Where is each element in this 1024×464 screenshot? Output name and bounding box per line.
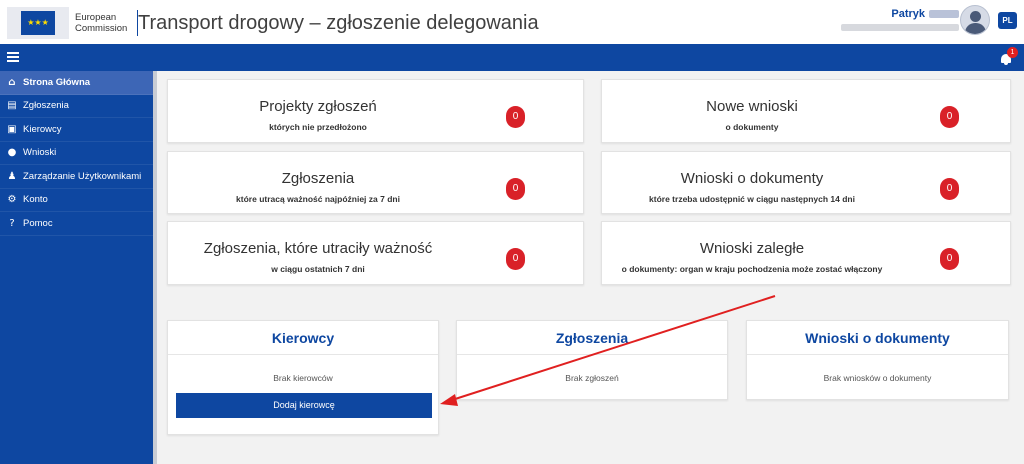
redacted-surname (929, 10, 959, 19)
stat-count-badge: 0 (940, 248, 959, 270)
sidebar-item-label: Konto (23, 194, 48, 206)
sidebar: ⌂ Strona Główna ▤ Zgłoszenia ▣ Kierowcy … (0, 71, 153, 464)
stat-subtitle: w ciągu ostatnich 7 dni (271, 264, 365, 274)
sidebar-item-label: Zgłoszenia (23, 100, 69, 112)
gear-icon: ⚙ (7, 194, 17, 206)
stat-subtitle: które utracą ważność najpóźniej za 7 dni (236, 194, 400, 204)
app-header: ★★★ European Commission Transport drogow… (0, 0, 1024, 44)
drivers-panel: Kierowcy Brak kierowców Dodaj kierowcę (167, 320, 439, 435)
sidebar-item-label: Kierowcy (23, 123, 62, 135)
empty-state-text: Brak wniosków o dokumenty (823, 373, 932, 383)
stat-count-badge: 0 (940, 106, 959, 128)
sidebar-item-label: Wnioski (23, 147, 57, 159)
sidebar-item-home[interactable]: ⌂ Strona Główna (0, 71, 153, 95)
panel-title: Kierowcy (168, 321, 438, 355)
app-title: Transport drogowy – zgłoszenie delegowan… (138, 12, 539, 34)
eu-flag-icon: ★★★ (7, 7, 69, 39)
stat-title: Zgłoszenia, które utraciły ważność (203, 240, 433, 257)
european-commission-logo[interactable]: ★★★ European Commission (7, 7, 138, 39)
panel-title: Wnioski o dokumenty (747, 321, 1008, 355)
stat-subtitle: których nie przedłożono (269, 122, 367, 132)
sidebar-item-drivers[interactable]: ▣ Kierowcy (0, 118, 153, 142)
stat-card-document-requests[interactable]: Wnioski o dokumenty które trzeba udostęp… (601, 151, 1011, 214)
logo-text-line1: European (75, 12, 117, 23)
top-navigation-bar (0, 44, 1024, 71)
user-info[interactable]: Patryk (841, 8, 959, 31)
stat-title: Projekty zgłoszeń (259, 98, 377, 115)
document-requests-panel: Wnioski o dokumenty Brak wniosków o doku… (746, 320, 1009, 400)
stat-card-new-requests[interactable]: Nowe wnioski o dokumenty 0 (601, 79, 1011, 143)
users-icon: ♟ (7, 170, 17, 182)
stat-subtitle: o dokumenty: organ w kraju pochodzenia m… (621, 264, 883, 274)
sidebar-item-label: Strona Główna (23, 76, 91, 88)
document-icon: ▤ (7, 100, 17, 112)
stat-subtitle: które trzeba udostępnić w ciągu następny… (649, 194, 855, 204)
stat-count-badge: 0 (506, 178, 525, 200)
sidebar-item-declarations[interactable]: ▤ Zgłoszenia (0, 95, 153, 118)
stat-title: Wnioski zaległe (699, 240, 805, 257)
sidebar-item-help[interactable]: ? Pomoc (0, 212, 153, 236)
stat-card-draft-declarations[interactable]: Projekty zgłoszeń których nie przedłożon… (167, 79, 584, 143)
stat-title: Zgłoszenia (281, 170, 355, 187)
sidebar-item-user-management[interactable]: ♟ Zarządzanie Użytkownikami (0, 165, 153, 189)
home-icon: ⌂ (8, 76, 16, 88)
empty-state-text: Brak kierowców (273, 373, 333, 383)
stat-card-overdue-requests[interactable]: Wnioski zaległe o dokumenty: organ w kra… (601, 221, 1011, 285)
hamburger-menu-icon[interactable] (7, 52, 19, 62)
stat-count-badge: 0 (506, 106, 525, 128)
notifications-count-badge: 1 (1007, 47, 1018, 58)
stat-subtitle: o dokumenty (725, 122, 779, 132)
sidebar-item-label: Zarządzanie Użytkownikami (23, 170, 142, 182)
stat-card-expired-declarations[interactable]: Zgłoszenia, które utraciły ważność w cią… (167, 221, 584, 285)
chat-icon: ● (7, 147, 17, 159)
empty-state-text: Brak zgłoszeń (565, 373, 619, 383)
sidebar-scroll-edge (153, 71, 157, 464)
sidebar-item-requests[interactable]: ● Wnioski (0, 142, 153, 165)
redacted-user-details (841, 24, 959, 31)
avatar[interactable] (960, 5, 990, 35)
stat-card-expiring-declarations[interactable]: Zgłoszenia które utracą ważność najpóźni… (167, 151, 584, 214)
sidebar-item-account[interactable]: ⚙ Konto (0, 189, 153, 212)
language-selector[interactable]: PL (998, 12, 1017, 29)
help-icon: ? (9, 217, 15, 229)
logo-text-line2: Commission (75, 23, 128, 34)
declarations-panel: Zgłoszenia Brak zgłoszeń (456, 320, 728, 400)
bus-icon: ▣ (7, 123, 17, 135)
stat-title: Wnioski o dokumenty (680, 170, 824, 187)
user-name: Patryk (891, 8, 925, 20)
panel-title: Zgłoszenia (457, 321, 727, 355)
stat-title: Nowe wnioski (706, 98, 798, 115)
add-driver-button[interactable]: Dodaj kierowcę (176, 393, 432, 418)
stat-count-badge: 0 (940, 178, 959, 200)
stat-count-badge: 0 (506, 248, 525, 270)
sidebar-item-label: Pomoc (23, 217, 53, 229)
